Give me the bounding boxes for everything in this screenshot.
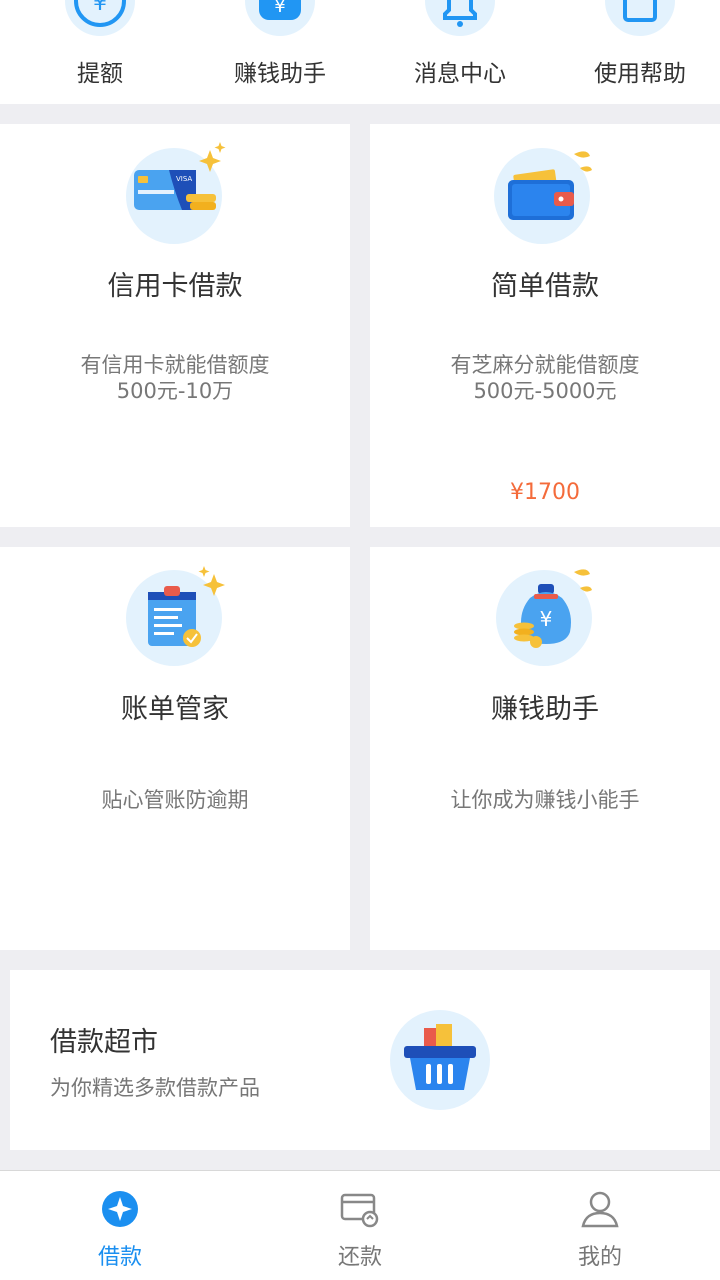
card-title: 账单管家 (121, 694, 229, 725)
quick-item-help[interactable]: 使用帮助 (550, 0, 720, 104)
card-subtitle: 贴心管账防逾期 (101, 788, 249, 812)
money-bag-icon: ¥ (245, 0, 315, 36)
simple-loan-card[interactable]: 简单借款 有芝麻分就能借额度 500元-5000元 ¥1700 (370, 124, 720, 527)
svg-text:¥: ¥ (93, 0, 107, 16)
money-bag-icon: ¥ (496, 569, 592, 666)
clipboard-icon (126, 566, 225, 666)
tab-mine[interactable]: 我的 (480, 1171, 720, 1280)
repay-card-icon (340, 1189, 380, 1229)
svg-text:¥: ¥ (274, 0, 285, 17)
card-range: 500元-5000元 (473, 379, 617, 403)
tab-label: 我的 (577, 1245, 622, 1270)
raise-limit-icon: ¥ (65, 0, 135, 36)
quick-item-earn-assistant[interactable]: ¥ 赚钱助手 (190, 0, 370, 104)
card-subtitle: 有芝麻分就能借额度 (450, 353, 640, 377)
basket-icon (390, 1010, 490, 1110)
card-subtitle: 让你成为赚钱小能手 (450, 788, 640, 812)
tab-label: 借款 (97, 1245, 142, 1270)
bottom-tab-bar: 借款 还款 我的 (0, 1170, 720, 1280)
help-book-icon (605, 0, 675, 36)
user-icon (580, 1189, 620, 1229)
card-title: 信用卡借款 (107, 271, 243, 302)
quick-item-label: 赚钱助手 (234, 61, 326, 87)
tab-loan[interactable]: 借款 (0, 1171, 240, 1280)
quick-item-label: 提额 (77, 61, 123, 87)
market-subtitle: 为你精选多款借款产品 (50, 1076, 260, 1100)
svg-text:¥: ¥ (540, 607, 553, 631)
credit-card-loan-card[interactable]: VISA 信用卡借款 有信用卡就能借额度 500元-10万 (0, 124, 350, 527)
quick-item-raise-limit[interactable]: ¥ 提额 (10, 0, 190, 104)
quick-item-label: 使用帮助 (594, 61, 686, 87)
card-price: ¥1700 (510, 480, 580, 505)
quick-menu: ¥ 提额 ¥ 赚钱助手 消息中心 使用帮助 (0, 0, 720, 104)
tab-label: 还款 (337, 1245, 382, 1270)
earn-assistant-card[interactable]: ¥ 赚钱助手 让你成为赚钱小能手 (370, 547, 720, 950)
card-range: 500元-10万 (116, 379, 234, 403)
bill-manager-card[interactable]: 账单管家 贴心管账防逾期 (0, 547, 350, 950)
quick-item-label: 消息中心 (414, 61, 506, 87)
card-title: 简单借款 (491, 271, 599, 302)
card-title: 赚钱助手 (491, 694, 599, 725)
market-title: 借款超市 (50, 1027, 158, 1058)
loan-tab-icon (100, 1189, 140, 1229)
bell-icon (425, 0, 495, 36)
card-subtitle: 有信用卡就能借额度 (80, 353, 270, 377)
credit-card-icon: VISA (126, 142, 226, 244)
quick-item-message-center[interactable]: 消息中心 (370, 0, 550, 104)
loan-market-card[interactable]: 借款超市 为你精选多款借款产品 (10, 970, 710, 1150)
wallet-icon (494, 148, 592, 244)
svg-text:VISA: VISA (176, 175, 192, 183)
tab-repay[interactable]: 还款 (240, 1171, 480, 1280)
